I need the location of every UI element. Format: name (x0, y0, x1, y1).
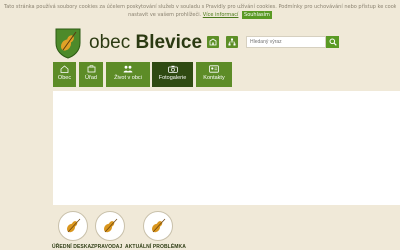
nav-item-kontakty[interactable]: Kontakty (196, 62, 232, 87)
nav-item-urad[interactable]: Úřad (79, 62, 103, 87)
cookie-text-continued: nastavit ve vašem prohlížeči. (128, 12, 202, 18)
cookie-more-info-link[interactable]: Více informací (203, 12, 239, 18)
cookie-bar: Tato stránka používá soubory cookies za … (0, 0, 400, 22)
violin-icon (66, 218, 81, 233)
quick-link-uredni-deska[interactable] (58, 211, 88, 241)
quick-link-label[interactable]: ZPRAVODAJ (91, 244, 122, 250)
nav-item-label: Obec (57, 75, 72, 81)
quick-link-label[interactable]: ÚŘEDNÍ DESKA (52, 244, 91, 250)
quick-link-aktualni-problemka[interactable] (143, 211, 173, 241)
camera-icon (167, 65, 178, 73)
sitemap-button[interactable] (226, 36, 238, 48)
search-icon (329, 38, 337, 46)
nav-item-fotogalerie[interactable]: Fotogalerie (152, 62, 193, 87)
site-title[interactable]: obec Blevice (89, 29, 202, 57)
nav-item-label: Úřad (85, 75, 97, 81)
nav-item-label: Život v obci (114, 75, 142, 81)
sitemap-icon (228, 38, 236, 46)
cookie-accept-button[interactable]: Souhlasím (242, 11, 272, 19)
cookie-text: Tato stránka používá soubory cookies za … (4, 4, 396, 10)
nav-item-obec[interactable]: Obec (53, 62, 76, 87)
violin-icon (151, 218, 166, 233)
site-title-name: Blevice (135, 32, 203, 53)
search-input[interactable] (246, 36, 326, 48)
building-button[interactable] (207, 36, 219, 48)
search-button[interactable] (326, 36, 339, 48)
contacts-icon (209, 65, 219, 73)
quick-link-zpravodaj[interactable] (95, 211, 125, 241)
hero-image-area (53, 91, 400, 205)
office-icon (87, 65, 95, 73)
home-icon (60, 65, 69, 73)
building-icon (209, 38, 217, 46)
nav-item-label: Fotogalerie (158, 75, 187, 81)
nav-item-label: Kontakty (203, 75, 225, 81)
quick-link-label[interactable]: AKTUÁLNÍ PROBLÉMKA (125, 244, 186, 250)
nav-item-zivot-v-obci[interactable]: Život v obci (106, 62, 150, 87)
people-icon (123, 65, 133, 73)
violin-icon (103, 218, 118, 233)
site-title-prefix: obec (89, 32, 131, 53)
village-crest-logo[interactable] (54, 27, 82, 59)
